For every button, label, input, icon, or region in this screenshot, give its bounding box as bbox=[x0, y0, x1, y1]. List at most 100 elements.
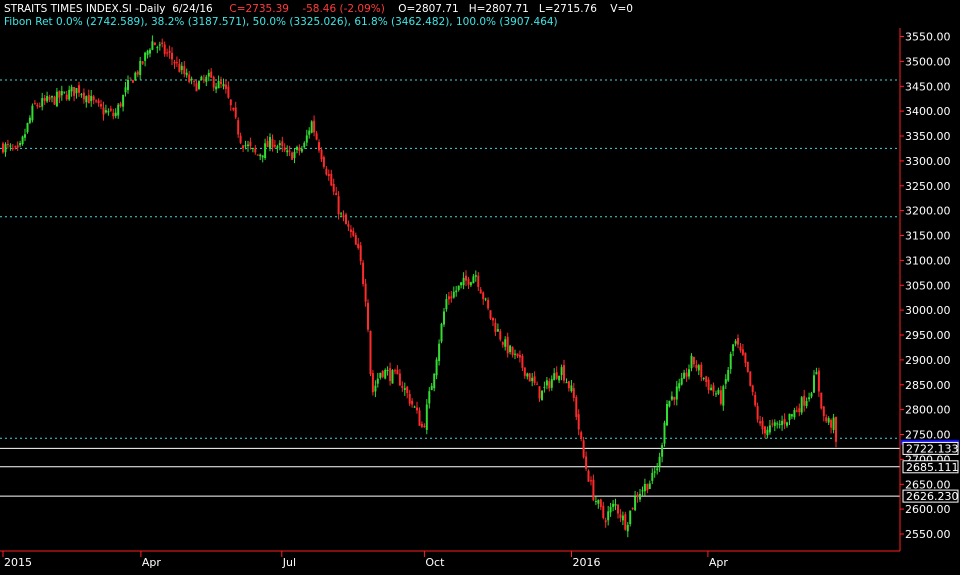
candle-body bbox=[161, 42, 164, 44]
candle-body bbox=[73, 87, 76, 96]
candle-body bbox=[136, 71, 139, 75]
candle-body bbox=[345, 214, 347, 225]
candle-body bbox=[362, 262, 365, 284]
candle-body bbox=[85, 96, 88, 103]
candle-body bbox=[786, 422, 788, 426]
candle-body bbox=[303, 142, 306, 148]
candle-body bbox=[487, 299, 490, 309]
candle-body bbox=[254, 148, 257, 153]
candle-body bbox=[114, 112, 117, 117]
candle-body bbox=[680, 378, 683, 385]
candle-body bbox=[541, 390, 543, 401]
candle-body bbox=[670, 396, 673, 400]
y-tick-label: 3250.00 bbox=[905, 180, 951, 193]
candle-body bbox=[619, 514, 622, 518]
candle-body bbox=[504, 339, 507, 347]
candle-body bbox=[526, 373, 529, 377]
candle-body bbox=[239, 135, 242, 143]
y-tick-label: 3300.00 bbox=[905, 155, 951, 168]
candle-body bbox=[759, 421, 762, 424]
candle-body bbox=[587, 470, 590, 482]
candle-body bbox=[193, 80, 196, 82]
candle-body bbox=[19, 143, 22, 146]
candle-body bbox=[499, 331, 502, 340]
candle-body bbox=[808, 397, 811, 400]
candle-body bbox=[675, 386, 678, 400]
candle-body bbox=[100, 104, 102, 107]
candle-body bbox=[585, 456, 588, 469]
candle-body bbox=[325, 168, 328, 175]
candle-body bbox=[778, 423, 781, 425]
candle-body bbox=[117, 104, 120, 116]
candle-body bbox=[746, 361, 749, 372]
candle-body bbox=[190, 78, 193, 81]
candle-body bbox=[710, 387, 713, 391]
candle-body bbox=[428, 391, 431, 404]
candle-body bbox=[597, 500, 600, 504]
candle-body bbox=[24, 134, 26, 138]
x-tick-label: Jul bbox=[282, 556, 296, 569]
candle-body bbox=[663, 422, 666, 444]
candle-body bbox=[751, 385, 754, 392]
price-chart[interactable]: 2550.002600.002650.002700.002750.002800.… bbox=[0, 0, 960, 575]
candle-body bbox=[523, 367, 526, 376]
candle-body bbox=[264, 143, 267, 158]
candle-body bbox=[820, 392, 823, 409]
candle-body bbox=[28, 117, 31, 123]
candle-body bbox=[604, 520, 607, 523]
candle-body bbox=[212, 76, 215, 88]
x-tick-label: Oct bbox=[425, 556, 445, 569]
candle-body bbox=[783, 419, 786, 424]
candle-body bbox=[612, 503, 615, 507]
candle-body bbox=[227, 86, 230, 98]
y-tick-label: 2600.00 bbox=[905, 503, 951, 516]
candle-body bbox=[553, 373, 556, 381]
candle-body bbox=[247, 144, 249, 146]
candle-body bbox=[75, 88, 78, 94]
candle-body bbox=[700, 364, 703, 378]
candle-body bbox=[320, 149, 323, 160]
candle-body bbox=[817, 370, 820, 392]
y-tick-label: 3550.00 bbox=[905, 31, 951, 44]
candle-body bbox=[242, 145, 245, 149]
candle-body bbox=[261, 155, 264, 158]
candle-body bbox=[398, 373, 401, 386]
candle-body bbox=[222, 84, 225, 87]
candle-body bbox=[599, 499, 602, 508]
y-tick-label: 3400.00 bbox=[905, 105, 951, 118]
candle-body bbox=[80, 94, 83, 96]
candle-body bbox=[256, 154, 259, 156]
candle-body bbox=[283, 147, 286, 151]
candle-body bbox=[158, 44, 161, 46]
candle-body bbox=[803, 395, 806, 406]
candle-body bbox=[565, 382, 568, 384]
y-tick-label: 3500.00 bbox=[905, 55, 951, 68]
candle-body bbox=[582, 440, 585, 458]
candle-body bbox=[166, 52, 169, 54]
candle-body bbox=[558, 375, 561, 381]
change-label: -58.46 (-2.09%) bbox=[302, 3, 385, 15]
fibonacci-legend: Fibon Ret 0.0% (2742.589), 38.2% (3187.5… bbox=[4, 16, 558, 28]
candle-body bbox=[469, 282, 472, 286]
candle-body bbox=[281, 141, 284, 147]
candle-body bbox=[36, 105, 39, 107]
candle-body bbox=[269, 137, 271, 149]
level-label: 2722.133 bbox=[906, 442, 959, 455]
candle-body bbox=[78, 85, 80, 93]
candle-body bbox=[572, 388, 575, 398]
candle-body bbox=[293, 151, 296, 158]
candle-body bbox=[452, 291, 455, 298]
candle-body bbox=[97, 100, 100, 104]
candle-body bbox=[2, 143, 4, 153]
candle-body bbox=[460, 282, 463, 286]
candle-body bbox=[352, 230, 355, 236]
candle-body bbox=[41, 98, 44, 107]
candle-body bbox=[580, 432, 583, 439]
candle-body bbox=[234, 107, 237, 118]
candle-body bbox=[266, 140, 269, 147]
candle-body bbox=[65, 94, 68, 100]
candle-body bbox=[51, 96, 53, 98]
candle-body bbox=[60, 91, 63, 96]
candle-body bbox=[722, 386, 725, 406]
candle-body bbox=[198, 81, 200, 89]
